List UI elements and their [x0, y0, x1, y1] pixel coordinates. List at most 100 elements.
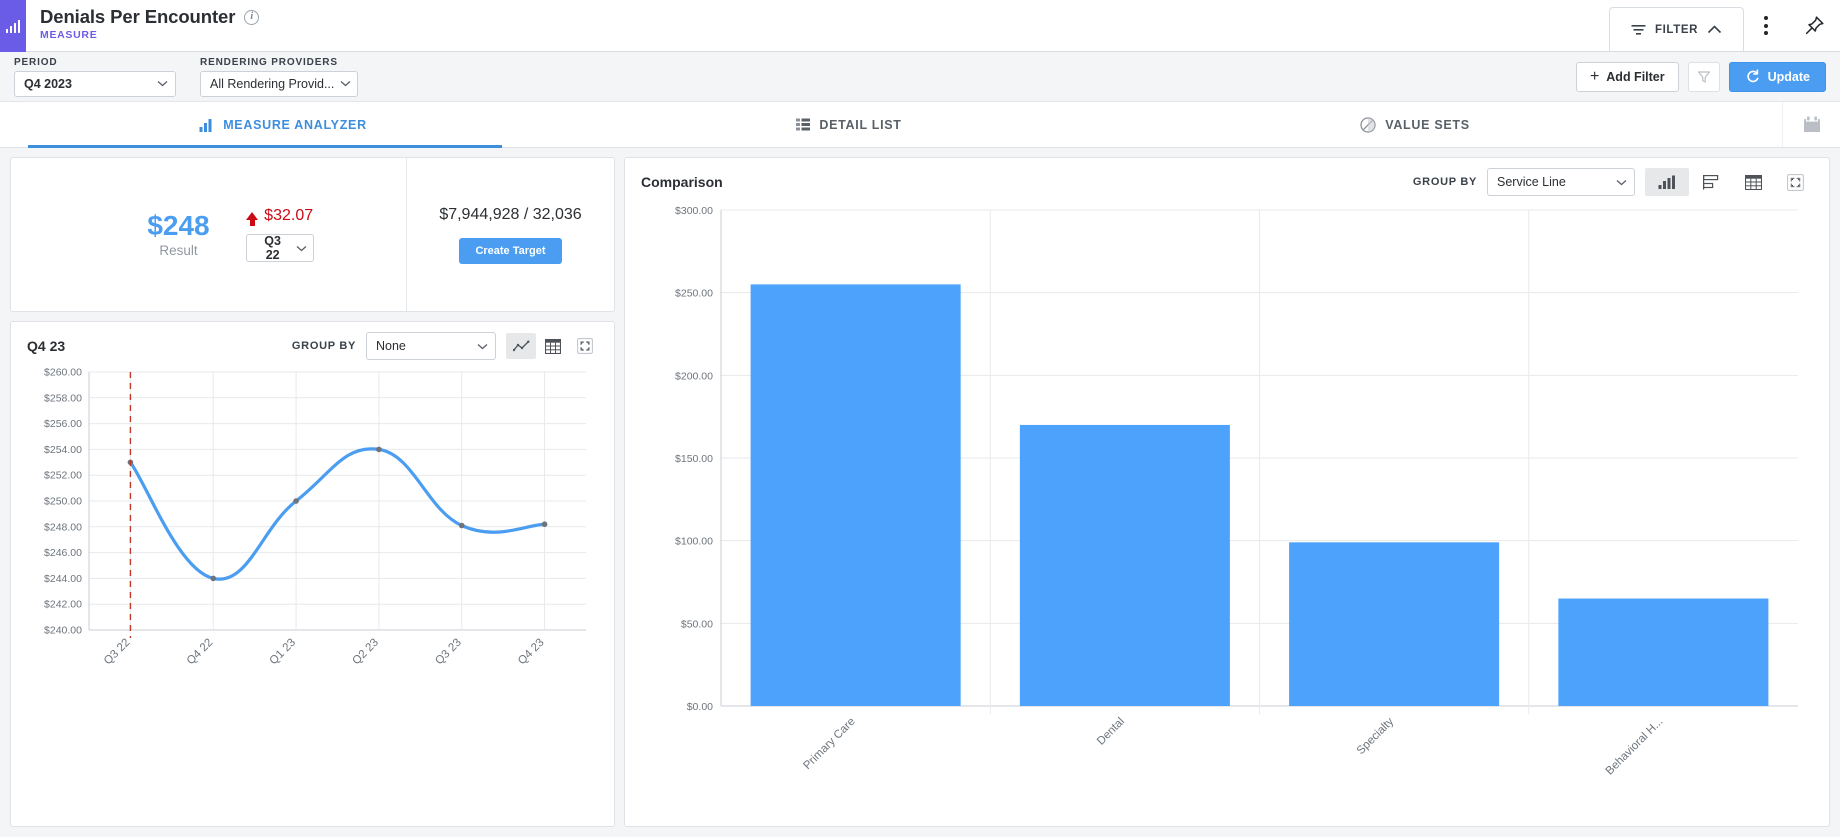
trend-y-tick-label: $252.00 — [44, 470, 82, 482]
trend-data-point[interactable] — [210, 576, 216, 582]
tab-value-sets[interactable]: VALUE SETS — [1132, 102, 1698, 147]
kpi-left-section: $248 Result $32.07 Q3 22 — [11, 158, 406, 311]
left-column: $248 Result $32.07 Q3 22 — [10, 157, 615, 827]
add-filter-button[interactable]: + Add Filter — [1576, 62, 1679, 92]
tab-measure-analyzer[interactable]: MEASURE ANALYZER — [0, 102, 566, 147]
period-select[interactable]: Q4 2023 — [14, 71, 176, 97]
comparison-groupby-value: Service Line — [1497, 175, 1566, 189]
trend-y-tick-label: $256.00 — [44, 418, 82, 430]
trend-groupby-value: None — [376, 339, 406, 353]
tab-detail-list[interactable]: DETAIL LIST — [566, 102, 1132, 147]
comparison-panel-title: Comparison — [641, 174, 723, 190]
comparison-x-tick-label: Specialty — [1355, 715, 1397, 757]
comparison-y-tick-label: $0.00 — [687, 701, 713, 713]
comparison-bar[interactable] — [1558, 599, 1768, 706]
more-vertical-icon-dot — [1764, 24, 1768, 28]
trend-groupby-label: GROUP BY — [292, 340, 356, 352]
kpi-ratio-separator: / — [524, 206, 528, 223]
comparison-y-tick-label: $100.00 — [675, 536, 713, 548]
update-label: Update — [1768, 70, 1810, 84]
comparison-x-tick-label: Behavioral H... — [1604, 716, 1666, 778]
table-icon — [1745, 175, 1762, 190]
trend-y-tick-label: $258.00 — [44, 392, 82, 404]
trend-y-tick-label: $260.00 — [44, 367, 82, 379]
trend-x-tick-label: Q3 22 — [102, 637, 133, 668]
comparison-bar[interactable] — [751, 284, 961, 706]
rendering-providers-select-value: All Rendering Provid... — [210, 77, 334, 91]
trend-y-tick-label: $250.00 — [44, 496, 82, 508]
trend-y-tick-label: $242.00 — [44, 599, 82, 611]
list-icon — [796, 118, 810, 131]
comparison-chart-panel: Comparison GROUP BY Service Line — [624, 157, 1830, 827]
kpi-value: $248 — [147, 212, 209, 240]
filter-bar: PERIOD Q4 2023 RENDERING PROVIDERS All R… — [0, 52, 1840, 102]
comparison-groupby-select[interactable]: Service Line — [1487, 168, 1635, 196]
pin-icon — [1803, 14, 1826, 37]
comparison-bar[interactable] — [1020, 425, 1230, 706]
comparison-bar-chart-button[interactable] — [1645, 168, 1689, 196]
fullscreen-icon — [577, 338, 593, 354]
more-vertical-icon-dot — [1764, 16, 1768, 20]
comparison-horizontal-bar-button[interactable] — [1691, 168, 1731, 196]
more-options-button[interactable] — [1744, 0, 1788, 51]
main-content: $248 Result $32.07 Q3 22 — [0, 148, 1840, 837]
trend-line-chart-button[interactable] — [506, 333, 536, 359]
calendar-button[interactable] — [1782, 102, 1840, 147]
filter-toggle-button[interactable] — [1688, 62, 1720, 92]
line-chart-icon — [513, 340, 530, 353]
comparison-y-tick-label: $50.00 — [681, 618, 713, 630]
rendering-providers-select[interactable]: All Rendering Provid... — [200, 71, 358, 97]
bar-chart-icon — [1658, 175, 1676, 189]
trend-y-tick-label: $254.00 — [44, 444, 82, 456]
kpi-right-section: $7,944,928 / 32,036 Create Target — [406, 158, 614, 311]
kpi-result-block: $248 Result — [147, 212, 209, 258]
providers-label: RENDERING PROVIDERS — [200, 57, 358, 68]
update-button[interactable]: Update — [1729, 62, 1826, 92]
kpi-delta-block: $32.07 Q3 22 — [246, 207, 314, 262]
comparison-bar[interactable] — [1289, 542, 1499, 706]
title-block: Denials Per Encounter i MEASURE — [26, 0, 1609, 51]
page-title: Denials Per Encounter — [40, 6, 235, 28]
trend-groupby-select[interactable]: None — [366, 332, 496, 360]
app-logo[interactable] — [0, 0, 26, 52]
kpi-result-label: Result — [147, 243, 209, 258]
trend-chart-svg: $240.00$242.00$244.00$246.00$248.00$250.… — [11, 362, 614, 712]
calendar-icon — [1802, 115, 1822, 135]
comparison-panel-controls: GROUP BY Service Line — [1413, 168, 1815, 196]
trend-data-point[interactable] — [542, 521, 548, 527]
tab-bar: MEASURE ANALYZER DETAIL LIST VALUE SETS — [0, 102, 1840, 148]
fullscreen-icon — [1787, 174, 1804, 191]
comparison-y-tick-label: $300.00 — [675, 205, 713, 217]
pin-button[interactable] — [1788, 0, 1840, 51]
compare-period-select[interactable]: Q3 22 — [246, 234, 314, 262]
info-icon[interactable]: i — [244, 10, 259, 25]
trend-view-buttons — [506, 333, 600, 359]
refresh-icon — [1745, 69, 1760, 84]
trend-fullscreen-button[interactable] — [570, 333, 600, 359]
filter-tab[interactable]: FILTER — [1609, 7, 1744, 51]
more-vertical-icon-dot — [1764, 31, 1768, 35]
kpi-delta: $32.07 — [246, 207, 314, 225]
horizontal-bar-chart-icon — [1703, 175, 1719, 190]
filter-tab-label: FILTER — [1655, 24, 1698, 36]
trend-y-tick-label: $248.00 — [44, 521, 82, 533]
trend-table-button[interactable] — [538, 333, 568, 359]
funnel-icon — [1697, 70, 1711, 84]
bar-chart-icon — [199, 118, 214, 132]
comparison-y-tick-label: $200.00 — [675, 370, 713, 382]
plus-icon: + — [1590, 69, 1599, 85]
comparison-fullscreen-button[interactable] — [1775, 168, 1815, 196]
trend-data-point[interactable] — [293, 498, 299, 504]
arrow-up-icon — [246, 212, 258, 220]
period-select-value: Q4 2023 — [24, 77, 72, 91]
tab-detail-list-label: DETAIL LIST — [819, 118, 901, 132]
trend-data-point[interactable] — [376, 447, 382, 453]
create-target-button[interactable]: Create Target — [459, 238, 561, 264]
chevron-down-icon — [477, 343, 488, 350]
top-bar-actions: FILTER — [1609, 0, 1840, 51]
comparison-view-buttons — [1645, 168, 1815, 196]
trend-data-point[interactable] — [459, 523, 465, 529]
comparison-x-tick-label: Primary Care — [801, 716, 857, 772]
trend-chart-panel: Q4 23 GROUP BY None — [10, 321, 615, 827]
comparison-table-button[interactable] — [1733, 168, 1773, 196]
